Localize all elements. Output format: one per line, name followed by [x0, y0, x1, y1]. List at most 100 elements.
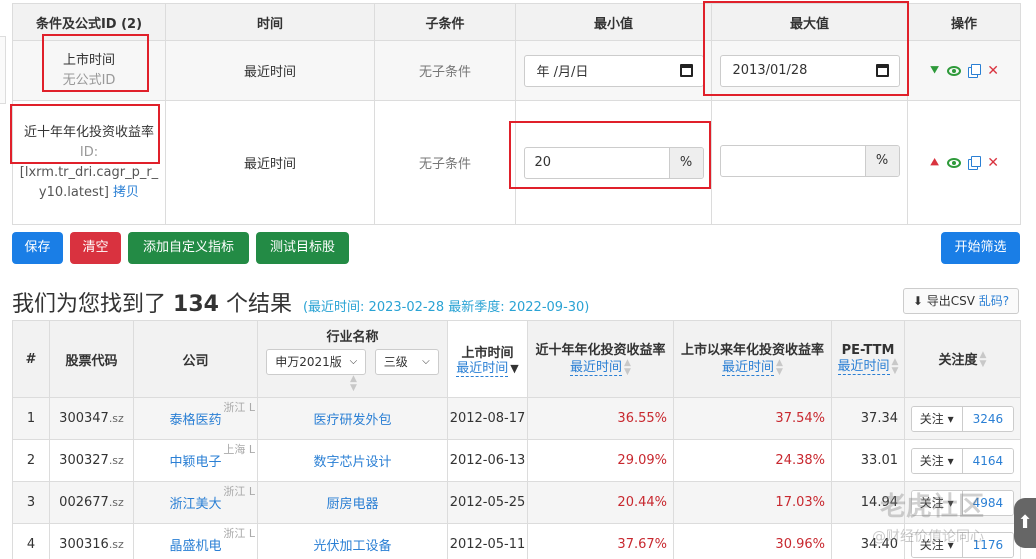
copy-icon[interactable]	[968, 64, 982, 78]
company-cell: 浙江 L 晶盛机电	[133, 523, 258, 559]
calendar-icon[interactable]	[875, 64, 889, 77]
industry-standard-value: 申万2021版	[275, 355, 342, 369]
move-up-icon[interactable]: ⯅	[929, 155, 940, 171]
company-cell: 浙江 L 浙江美大	[133, 481, 258, 524]
test-stock-button[interactable]: 测试目标股	[256, 232, 349, 264]
condition-name: 近十年年化投资收益率	[23, 124, 154, 140]
sort-desc-icon[interactable]: ▼	[510, 362, 518, 375]
row-num: 3	[12, 481, 50, 524]
move-down-icon[interactable]: ⯆	[929, 63, 940, 79]
cagr10-value: 37.67%	[527, 523, 674, 559]
industry-cell: 医疗研发外包	[257, 397, 448, 440]
condition-cell: 近十年年化投资收益率 ID: [lxrm.tr_dri.cagr_p_r_y10…	[12, 100, 166, 225]
close-icon[interactable]: ✕	[987, 155, 999, 171]
calendar-icon[interactable]	[679, 64, 693, 77]
results-subtitle: (最近时间: 2023-02-28 最新季度: 2022-09-30)	[302, 300, 590, 315]
header-subcondition: 子条件	[374, 3, 516, 41]
pe-time-link[interactable]: 最近时间	[837, 359, 890, 375]
focus-button[interactable]: 关注 ▾	[911, 406, 963, 431]
results-suffix: 个结果	[225, 292, 292, 317]
listing-date: 2012-08-17	[447, 397, 528, 440]
max-percent-input[interactable]: %	[719, 145, 900, 177]
cagr-all-value: 17.03%	[673, 481, 832, 524]
industry-level-value: 三级	[383, 355, 408, 369]
min-percent-input[interactable]: 20 %	[523, 146, 704, 179]
company-link[interactable]: 中颖电子	[169, 455, 221, 470]
company-link[interactable]: 晶盛机电	[169, 539, 221, 554]
col-cagr-all[interactable]: 上市以来年化投资收益率 最近时间 ▲ ▼	[673, 320, 832, 398]
row-num: 2	[12, 439, 50, 482]
cagr-all-value: 37.54%	[673, 397, 832, 440]
cagr10-value: 20.44%	[527, 481, 674, 524]
max-date-value: 2013/01/28	[732, 63, 808, 78]
sort-icon[interactable]: ▲ ▼	[980, 351, 987, 369]
min-date-input[interactable]: 年 /月/日	[523, 54, 704, 87]
company-link[interactable]: 泰格医药	[169, 413, 221, 428]
header-time: 时间	[165, 3, 375, 41]
industry-link[interactable]: 光伏加工设备	[313, 539, 391, 554]
condition-id: ID:	[79, 144, 99, 160]
sort-icon[interactable]: ▲ ▼	[892, 357, 899, 376]
listing-time-link[interactable]: 最近时间	[456, 361, 509, 377]
table-row: 1 300347.sz 浙江 L 泰格医药 医疗研发外包 2012-08-17 3…	[12, 397, 1021, 440]
col-focus[interactable]: 关注度 ▲ ▼	[904, 320, 1021, 398]
cagr-all-time-link[interactable]: 最近时间	[722, 360, 775, 376]
eye-icon[interactable]	[947, 157, 962, 168]
max-cell: %	[711, 100, 908, 225]
pe-value: 33.01	[831, 439, 905, 482]
max-date-input[interactable]: 2013/01/28	[719, 54, 900, 87]
cagr10-time-link[interactable]: 最近时间	[570, 360, 623, 376]
stock-code: 002677.sz	[49, 481, 134, 524]
results-count: 134	[173, 292, 219, 317]
region-label: 上海 L	[223, 443, 255, 456]
start-filter-button[interactable]: 开始筛选	[941, 232, 1020, 264]
region-label: 浙江 L	[223, 527, 255, 540]
watermark-author: @财经价值论同心	[872, 529, 984, 545]
garbled-help-link[interactable]: 乱码?	[979, 294, 1009, 308]
sort-icon[interactable]: ▲ ▼	[350, 374, 357, 393]
copy-id-link[interactable]: 拷贝	[113, 185, 139, 200]
industry-link[interactable]: 厨房电器	[326, 497, 378, 512]
export-csv-button[interactable]: ⬇ 导出CSV 乱码?	[903, 288, 1019, 314]
industry-link[interactable]: 数字芯片设计	[313, 455, 391, 470]
chevron-down-icon: ⌵	[422, 356, 430, 367]
focus-count[interactable]: 4164	[962, 448, 1014, 473]
cagr-all-value: 24.38%	[673, 439, 832, 482]
focus-count[interactable]: 3246	[962, 406, 1014, 431]
sort-icon[interactable]: ▲ ▼	[624, 358, 631, 377]
subcondition-cell: 无子条件	[374, 100, 516, 225]
cagr-all-value: 30.96%	[673, 523, 832, 559]
listing-label: 上市时间	[461, 345, 514, 361]
min-date-value: 年 /月/日	[536, 65, 589, 80]
focus-button[interactable]: 关注 ▾	[911, 448, 963, 473]
industry-cell: 厨房电器	[257, 481, 448, 524]
industry-level-select[interactable]: 三级 ⌵	[374, 348, 439, 375]
col-pe[interactable]: PE-TTM 最近时间 ▲ ▼	[831, 320, 905, 398]
sort-icon[interactable]: ▲ ▼	[776, 358, 783, 377]
add-indicator-button[interactable]: 添加自定义指标	[128, 232, 249, 264]
col-cagr10[interactable]: 近十年年化投资收益率 最近时间 ▲ ▼	[527, 320, 674, 398]
listing-date: 2012-05-25	[447, 481, 528, 524]
clear-button[interactable]: 清空	[70, 232, 121, 264]
save-button[interactable]: 保存	[12, 232, 63, 264]
percent-unit: %	[668, 147, 703, 178]
region-label: 浙江 L	[223, 401, 255, 414]
pe-value: 37.34	[831, 397, 905, 440]
company-link[interactable]: 浙江美大	[169, 497, 221, 512]
industry-link[interactable]: 医疗研发外包	[313, 413, 391, 428]
export-csv-label: 导出CSV	[926, 294, 975, 308]
header-max: 最大值	[711, 3, 908, 41]
industry-cell: 光伏加工设备	[257, 523, 448, 559]
percent-unit: %	[864, 146, 899, 176]
industry-standard-select[interactable]: 申万2021版 ⌵	[266, 348, 367, 375]
condition-name: 上市时间	[62, 52, 115, 68]
copy-icon[interactable]	[968, 156, 982, 170]
eye-icon[interactable]	[947, 65, 962, 76]
close-icon[interactable]: ✕	[987, 63, 999, 79]
condition-id-value: [lxrm.tr_dri.cagr_p_r_y10.latest] 拷贝	[19, 164, 159, 200]
col-listing[interactable]: 上市时间 最近时间 ▼	[447, 320, 528, 398]
pe-label: PE-TTM	[841, 342, 895, 358]
actions-cell: ⯅ ✕	[907, 100, 1021, 225]
scroll-to-top-button[interactable]: ⬆	[1014, 498, 1036, 548]
side-collapse-tab[interactable]	[0, 36, 6, 104]
